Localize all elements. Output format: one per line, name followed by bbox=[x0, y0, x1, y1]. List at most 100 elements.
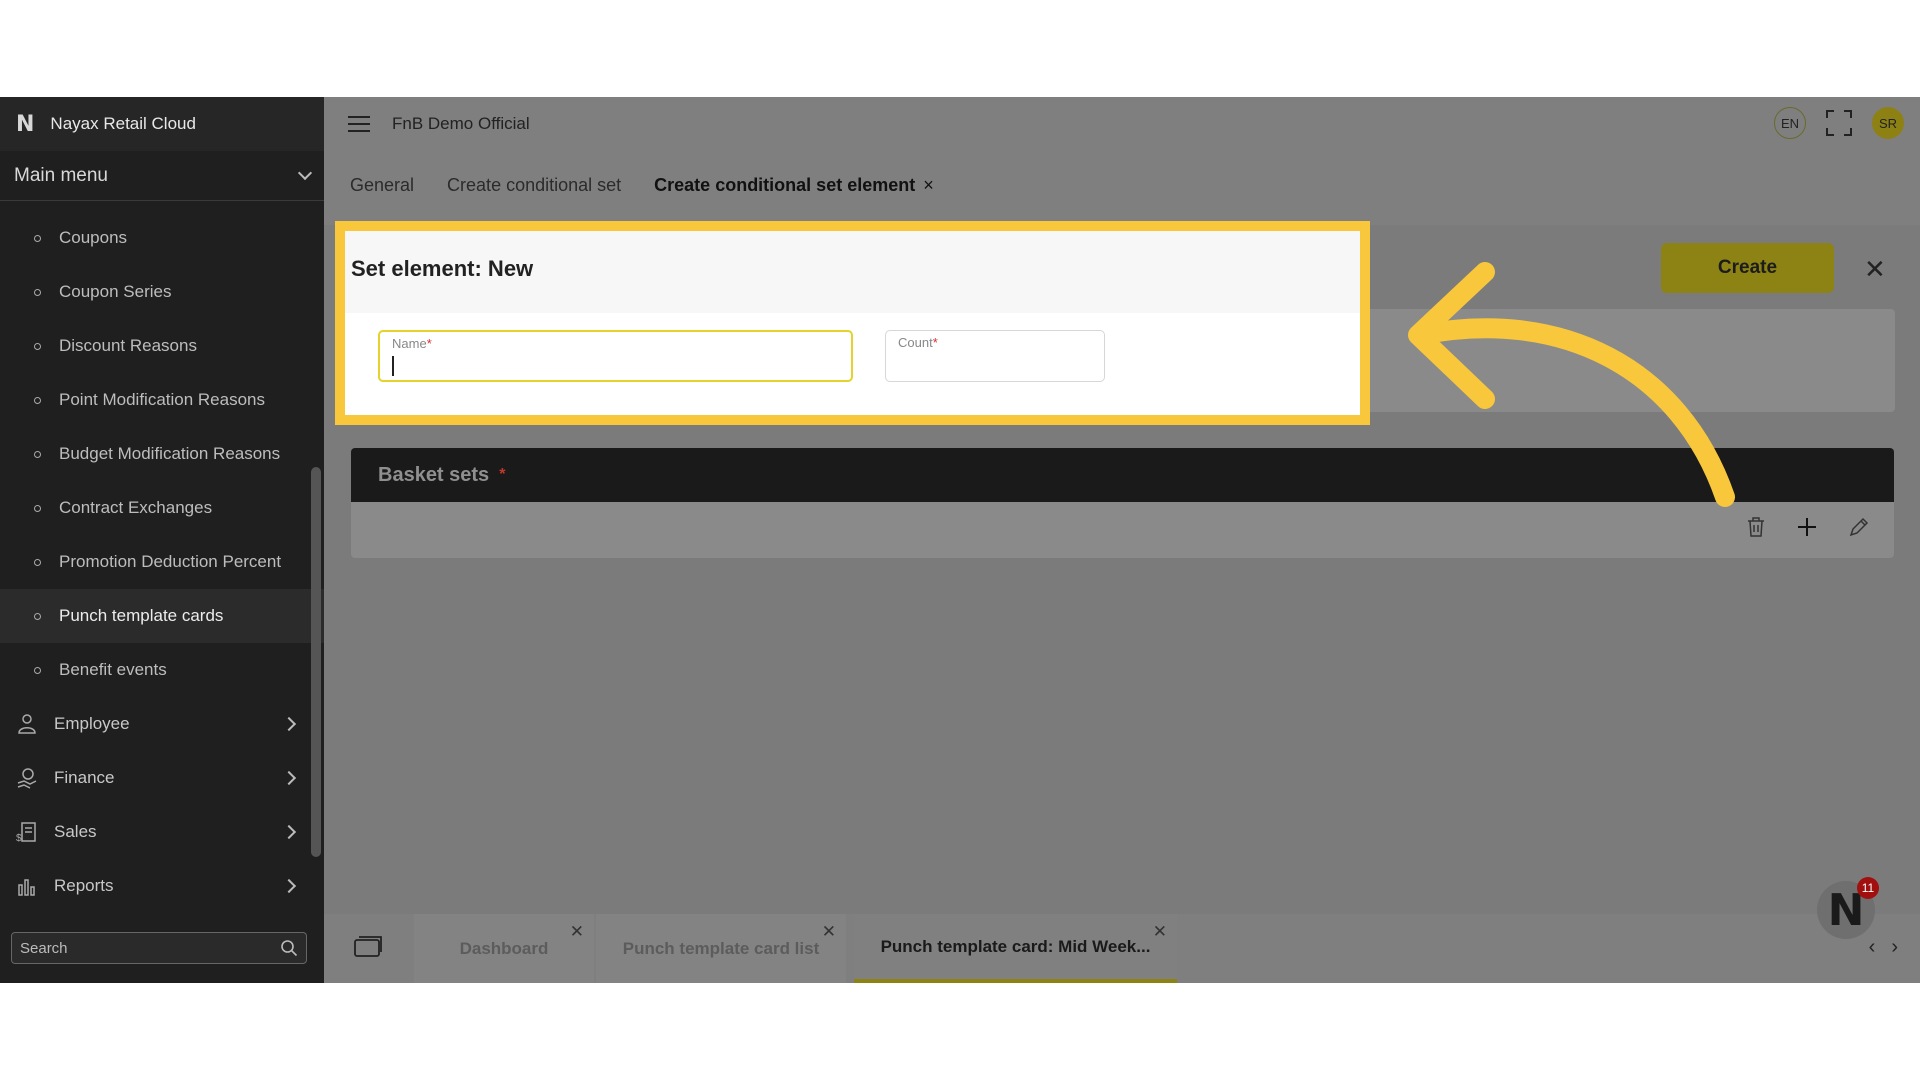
sales-icon: $ bbox=[16, 822, 36, 843]
basket-sets-header: Basket sets * bbox=[351, 448, 1894, 502]
sidebar-item-benefit-events[interactable]: Benefit events bbox=[0, 643, 324, 697]
name-label: Name* bbox=[392, 336, 432, 351]
sidebar: N Nayax Retail Cloud Main menu Coupons C… bbox=[0, 97, 324, 983]
sidebar-item-contract-exchanges[interactable]: Contract Exchanges bbox=[0, 481, 324, 535]
employee-icon bbox=[18, 714, 36, 734]
avatar[interactable]: SR bbox=[1872, 107, 1904, 139]
main-menu-toggle[interactable]: Main menu bbox=[0, 151, 324, 201]
windows-icon[interactable] bbox=[354, 936, 382, 958]
sidebar-group-employee[interactable]: Employee bbox=[0, 697, 324, 751]
sidebar-item-punch-template-cards[interactable]: Punch template cards bbox=[0, 589, 324, 643]
top-right-controls: EN SR bbox=[1774, 107, 1904, 139]
brand-name: Nayax Retail Cloud bbox=[50, 114, 196, 133]
create-button[interactable]: Create bbox=[1661, 243, 1834, 293]
notification-count-badge: 11 bbox=[1857, 877, 1879, 899]
required-mark: * bbox=[426, 336, 432, 351]
taskbar-tab-punch-template-card-list[interactable]: Punch template card list ✕ bbox=[596, 914, 846, 983]
finance-icon bbox=[17, 768, 37, 789]
sidebar-item-point-modification-reasons[interactable]: Point Modification Reasons bbox=[0, 373, 324, 427]
close-icon[interactable]: ✕ bbox=[1864, 254, 1886, 285]
chevron-left-icon[interactable]: ‹ bbox=[1869, 936, 1876, 959]
sidebar-item-label: Coupons bbox=[59, 228, 128, 247]
count-field[interactable]: Count* bbox=[885, 330, 1105, 382]
top-bar: FnB Demo Official EN SR bbox=[324, 97, 1920, 151]
basket-sets-section: Basket sets * bbox=[351, 448, 1894, 558]
chevron-right-icon bbox=[281, 716, 297, 732]
form-body: Name* Count* bbox=[345, 313, 1360, 415]
sidebar-group-reports[interactable]: Reports bbox=[0, 859, 324, 913]
chevron-down-icon bbox=[297, 165, 313, 180]
sidebar-item-label: Benefit events bbox=[59, 660, 167, 679]
close-icon[interactable]: ✕ bbox=[570, 922, 584, 942]
taskbar-tab-label: Dashboard bbox=[459, 938, 549, 958]
chevron-right-icon bbox=[281, 824, 297, 840]
sidebar-group-finance[interactable]: Finance bbox=[0, 751, 324, 805]
name-field[interactable]: Name* bbox=[378, 330, 853, 382]
submenu-list: Coupons Coupon Series Discount Reasons P… bbox=[0, 201, 324, 697]
bullet-icon bbox=[34, 288, 41, 296]
taskbar-navigation: ‹ › bbox=[1869, 936, 1898, 959]
set-element-form: Set element: New Name* Count* bbox=[335, 221, 1370, 425]
bullet-icon bbox=[34, 342, 41, 350]
bullet-icon bbox=[34, 612, 41, 620]
close-tab-icon[interactable]: × bbox=[923, 175, 934, 195]
reports-icon bbox=[18, 879, 35, 896]
chevron-right-icon[interactable]: › bbox=[1891, 936, 1898, 959]
search-placeholder: Search bbox=[20, 939, 68, 957]
required-mark: * bbox=[932, 335, 938, 350]
sidebar-item-label: Promotion Deduction Percent bbox=[59, 552, 282, 571]
trash-icon[interactable] bbox=[1746, 516, 1766, 538]
sidebar-group-label: Finance bbox=[54, 768, 115, 787]
sidebar-item-budget-modification-reasons[interactable]: Budget Modification Reasons bbox=[0, 427, 324, 481]
sidebar-group-label: Reports bbox=[54, 876, 114, 895]
sidebar-item-coupons[interactable]: Coupons bbox=[0, 211, 324, 265]
close-icon[interactable]: ✕ bbox=[1153, 922, 1167, 942]
sidebar-item-label: Punch template cards bbox=[59, 606, 224, 625]
sidebar-search-input[interactable]: Search bbox=[11, 932, 307, 964]
sidebar-item-label: Point Modification Reasons bbox=[59, 390, 266, 409]
fullscreen-icon[interactable] bbox=[1826, 110, 1852, 136]
sidebar-group-sales[interactable]: $ Sales bbox=[0, 805, 324, 859]
language-button[interactable]: EN bbox=[1774, 107, 1806, 139]
sidebar-item-label: Discount Reasons bbox=[59, 336, 197, 355]
text-cursor bbox=[392, 356, 394, 376]
sidebar-scrollbar[interactable] bbox=[311, 467, 321, 857]
bullet-icon bbox=[34, 558, 41, 566]
page-tabs: General Create conditional set Create co… bbox=[350, 175, 934, 196]
taskbar-tab-dashboard[interactable]: Dashboard ✕ bbox=[414, 914, 594, 983]
count-label-text: Count bbox=[898, 335, 933, 350]
chevron-right-icon bbox=[281, 878, 297, 894]
search-icon[interactable] bbox=[280, 939, 298, 957]
svg-text:$: $ bbox=[16, 833, 22, 843]
tab-label: Create conditional set element bbox=[654, 175, 916, 195]
sidebar-group-label: Employee bbox=[54, 714, 130, 733]
bottom-taskbar: Dashboard ✕ Punch template card list ✕ P… bbox=[324, 914, 1920, 983]
basket-sets-title: Basket sets bbox=[378, 463, 490, 486]
tab-create-conditional-set-element[interactable]: Create conditional set element × bbox=[654, 175, 934, 196]
form-title: Set element: New bbox=[345, 231, 1360, 313]
bullet-icon bbox=[34, 396, 41, 404]
bullet-icon bbox=[34, 450, 41, 458]
sidebar-item-promotion-deduction-percent[interactable]: Promotion Deduction Percent bbox=[0, 535, 324, 589]
taskbar-tab-label: Punch template card: Mid Week... bbox=[880, 936, 1151, 956]
taskbar-tab-label: Punch template card list bbox=[622, 938, 820, 958]
sidebar-item-label: Contract Exchanges bbox=[59, 498, 213, 517]
hamburger-menu-icon[interactable] bbox=[348, 116, 370, 132]
sidebar-item-label: Coupon Series bbox=[59, 282, 172, 301]
required-mark: * bbox=[499, 466, 506, 483]
sidebar-item-label: Budget Modification Reasons bbox=[59, 444, 281, 463]
sidebar-item-coupon-series[interactable]: Coupon Series bbox=[0, 265, 324, 319]
bullet-icon bbox=[34, 234, 41, 242]
brand-header[interactable]: N Nayax Retail Cloud bbox=[0, 97, 324, 151]
company-name: FnB Demo Official bbox=[392, 114, 530, 133]
taskbar-tab-punch-template-card-mid-week[interactable]: Punch template card: Mid Week... ✕ bbox=[854, 914, 1177, 983]
add-icon[interactable] bbox=[1796, 516, 1818, 538]
tab-create-conditional-set[interactable]: Create conditional set bbox=[447, 175, 621, 196]
edit-pencil-icon[interactable] bbox=[1848, 516, 1870, 538]
close-icon[interactable]: ✕ bbox=[822, 922, 836, 942]
main-menu-label: Main menu bbox=[14, 164, 108, 186]
chevron-right-icon bbox=[281, 770, 297, 786]
bullet-icon bbox=[34, 504, 41, 512]
tab-general[interactable]: General bbox=[350, 175, 414, 196]
sidebar-item-discount-reasons[interactable]: Discount Reasons bbox=[0, 319, 324, 373]
